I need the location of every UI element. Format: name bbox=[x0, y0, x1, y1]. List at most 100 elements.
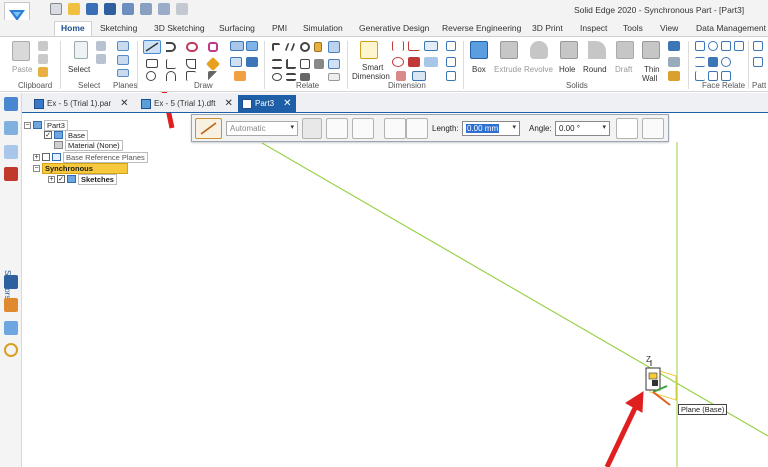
close-icon[interactable]: ✕ bbox=[283, 98, 291, 109]
line-mode-button[interactable] bbox=[384, 118, 406, 139]
tree-node-part3[interactable]: − Part3 bbox=[24, 119, 68, 131]
pattern-icon[interactable] bbox=[246, 57, 258, 67]
print-icon[interactable] bbox=[122, 3, 134, 15]
text-a2-icon[interactable] bbox=[446, 57, 456, 67]
dimension-table-icon[interactable] bbox=[412, 71, 426, 81]
project-icon[interactable] bbox=[230, 41, 244, 51]
new-icon[interactable] bbox=[50, 3, 62, 15]
thin-wall-icon[interactable] bbox=[642, 41, 660, 59]
collapse-icon[interactable]: − bbox=[24, 121, 31, 129]
select-mode-icon[interactable] bbox=[96, 54, 106, 64]
construction-toggle-button[interactable] bbox=[616, 118, 638, 139]
angle-input[interactable]: 0.00 ° ▾ bbox=[555, 121, 610, 136]
fill-icon[interactable] bbox=[208, 42, 218, 52]
customize-icon[interactable] bbox=[176, 3, 188, 15]
tree-node-base[interactable]: ✓ Base bbox=[44, 129, 89, 141]
perpendicular-icon[interactable] bbox=[286, 59, 296, 69]
close-icon[interactable]: ✕ bbox=[120, 98, 128, 109]
angle-between-icon[interactable] bbox=[408, 41, 420, 51]
parallel-face-icon[interactable] bbox=[695, 57, 705, 67]
connect-icon[interactable] bbox=[272, 43, 280, 51]
select-arrow-icon[interactable] bbox=[74, 41, 88, 59]
tree-node-material[interactable]: Material (None) bbox=[54, 139, 123, 151]
extrude-icon[interactable] bbox=[500, 41, 518, 59]
distance-between-icon[interactable] bbox=[392, 41, 404, 51]
pattern-more-icon-2[interactable] bbox=[753, 57, 763, 67]
include-icon[interactable] bbox=[246, 41, 258, 51]
fillet-icon[interactable] bbox=[166, 59, 176, 69]
solids-more-icon-1[interactable] bbox=[668, 41, 680, 51]
views-icon[interactable] bbox=[4, 321, 18, 335]
tab-3d-print[interactable]: 3D Print bbox=[526, 22, 569, 34]
arc-icon[interactable] bbox=[166, 42, 176, 52]
coordinate-system-icon[interactable] bbox=[117, 55, 129, 65]
doc-tab-ex5-par[interactable]: Ex - 5 (Trial 1).par ✕ bbox=[30, 95, 133, 112]
curve-icon[interactable] bbox=[186, 42, 198, 52]
expand-icon[interactable]: + bbox=[33, 153, 40, 161]
concentric-icon[interactable] bbox=[300, 42, 310, 52]
length-input[interactable]: 0.00 mm ▾ bbox=[462, 121, 520, 136]
mirror-icon[interactable] bbox=[208, 71, 218, 81]
revolve-icon[interactable] bbox=[530, 41, 548, 59]
tab-3d-sketching[interactable]: 3D Sketching bbox=[148, 22, 211, 34]
copy-icon[interactable] bbox=[38, 54, 48, 64]
extrude-button[interactable]: Extrude bbox=[494, 65, 522, 74]
symmetric-diameter-icon[interactable] bbox=[392, 57, 404, 67]
equal-radius-icon[interactable] bbox=[708, 57, 718, 67]
dimension-extra-icon[interactable] bbox=[396, 71, 406, 81]
round-button[interactable]: Round bbox=[583, 65, 607, 74]
dimension-style-icon[interactable] bbox=[408, 57, 420, 67]
arc-3pt-icon[interactable] bbox=[166, 71, 176, 81]
select-button[interactable]: Select bbox=[68, 65, 90, 74]
circle-icon[interactable] bbox=[146, 71, 156, 81]
trim-icon[interactable] bbox=[186, 59, 196, 69]
parallel-icon[interactable] bbox=[284, 43, 296, 51]
perpendicular-face-icon[interactable] bbox=[695, 71, 705, 81]
tab-view[interactable]: View bbox=[654, 22, 684, 34]
base-checkbox[interactable]: ✓ bbox=[44, 131, 52, 139]
line-width-button[interactable] bbox=[352, 118, 374, 139]
hole-button[interactable]: Hole bbox=[559, 65, 575, 74]
quick-view-icon[interactable] bbox=[4, 275, 18, 289]
rigid-set-icon[interactable] bbox=[300, 59, 310, 69]
close-icon[interactable]: ✕ bbox=[225, 98, 233, 109]
tab-pmi[interactable]: PMI bbox=[266, 22, 293, 34]
draft-icon[interactable] bbox=[616, 41, 634, 59]
tangent-icon[interactable] bbox=[328, 59, 340, 69]
box-icon[interactable] bbox=[470, 41, 488, 59]
format-painter-icon[interactable] bbox=[38, 67, 48, 77]
revolve-button[interactable]: Revolve bbox=[524, 65, 553, 74]
rectangle-icon[interactable] bbox=[146, 59, 158, 68]
sketches-checkbox[interactable]: ✓ bbox=[57, 175, 65, 183]
tree-node-base-reference-planes[interactable]: + Base Reference Planes bbox=[33, 151, 148, 163]
base-reference-planes-checkbox[interactable] bbox=[42, 153, 50, 161]
tab-tools[interactable]: Tools bbox=[617, 22, 649, 34]
thin-wall-button-line1[interactable]: Thin bbox=[644, 65, 660, 74]
camera-icon[interactable] bbox=[4, 298, 18, 312]
offset-face-icon[interactable] bbox=[721, 57, 731, 67]
cut-icon[interactable] bbox=[38, 41, 48, 51]
layers-icon[interactable] bbox=[4, 121, 18, 135]
plane-icon[interactable] bbox=[117, 41, 129, 51]
projection-line-button[interactable] bbox=[642, 118, 664, 139]
line-options-button[interactable] bbox=[195, 118, 222, 139]
hole-icon[interactable] bbox=[560, 41, 578, 59]
tab-generative-design[interactable]: Generative Design bbox=[353, 22, 435, 34]
tab-sketching[interactable]: Sketching bbox=[94, 22, 143, 34]
arc-mode-button[interactable] bbox=[406, 118, 428, 139]
tab-home[interactable]: Home bbox=[54, 21, 92, 37]
open-icon[interactable] bbox=[68, 3, 80, 15]
round-icon[interactable] bbox=[588, 41, 606, 59]
box-button[interactable]: Box bbox=[472, 65, 486, 74]
tab-data-management[interactable]: Data Management bbox=[690, 22, 768, 34]
solids-more-icon-2[interactable] bbox=[668, 57, 680, 67]
text-a-icon[interactable] bbox=[446, 41, 456, 51]
text-a3-icon[interactable] bbox=[446, 71, 456, 81]
collinear-icon[interactable] bbox=[314, 59, 324, 69]
tab-inspect[interactable]: Inspect bbox=[574, 22, 613, 34]
save-as-icon[interactable] bbox=[104, 3, 116, 15]
coaxial-icon[interactable] bbox=[708, 41, 718, 51]
thin-wall-button-line2[interactable]: Wall bbox=[642, 74, 657, 83]
line-type-button[interactable] bbox=[326, 118, 348, 139]
relationship-handles-icon[interactable] bbox=[328, 41, 340, 53]
